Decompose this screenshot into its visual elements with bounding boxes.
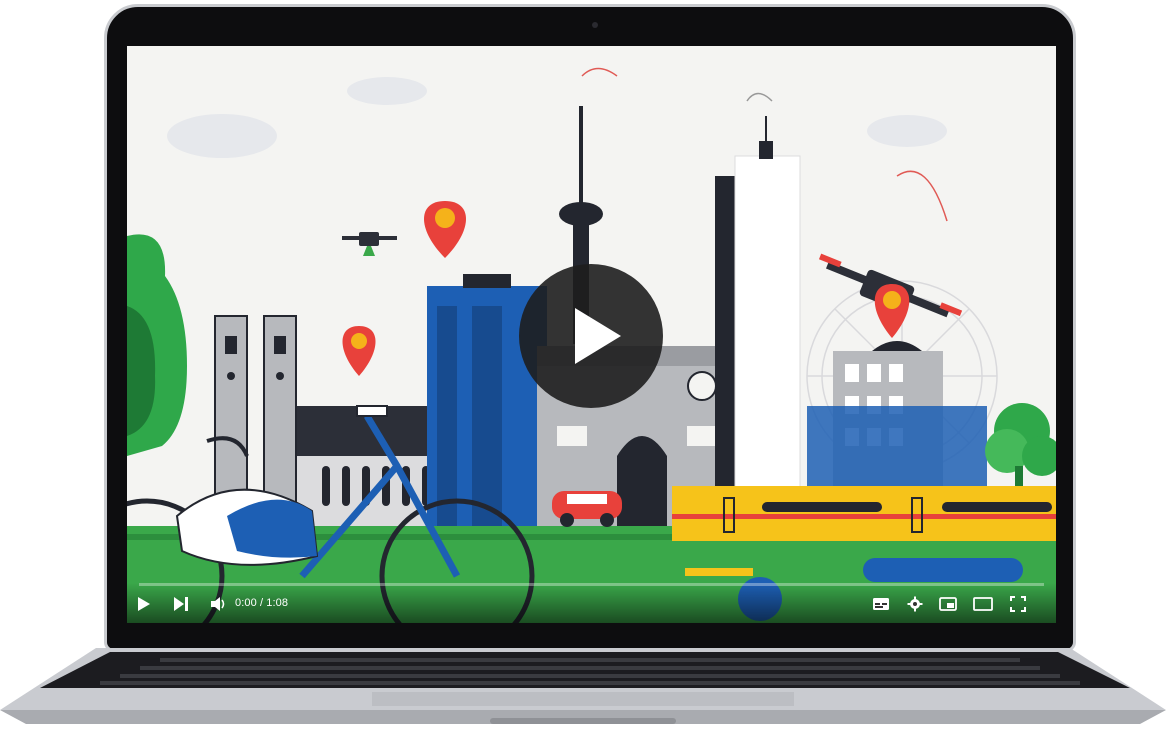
miniplayer-icon	[939, 597, 957, 611]
video-player[interactable]: 0:00 / 1:08	[127, 46, 1056, 623]
fullscreen-icon	[1010, 596, 1026, 612]
play-icon	[575, 308, 621, 364]
camera-icon	[592, 22, 598, 28]
duration: 1:08	[266, 597, 289, 609]
subtitles-button[interactable]	[871, 594, 891, 614]
player-control-bar: 0:00 / 1:08	[127, 583, 1056, 623]
next-button[interactable]	[171, 594, 191, 614]
time-separator: /	[256, 597, 267, 609]
play-icon	[138, 597, 150, 611]
progress-bar[interactable]	[139, 583, 1044, 586]
volume-icon	[211, 597, 225, 611]
volume-button[interactable]	[209, 594, 229, 614]
subtitles-icon	[873, 598, 889, 610]
theater-mode-icon	[973, 597, 993, 611]
settings-button[interactable]	[905, 594, 925, 614]
large-play-button[interactable]	[519, 264, 663, 408]
miniplayer-button[interactable]	[937, 594, 959, 614]
play-button[interactable]	[135, 594, 153, 614]
current-time: 0:00	[235, 597, 257, 609]
theater-mode-button[interactable]	[971, 594, 995, 614]
next-icon	[174, 597, 188, 611]
laptop-keyboard-deck	[0, 648, 1166, 724]
fullscreen-button[interactable]	[1007, 594, 1029, 614]
time-display: 0:00 / 1:08	[235, 597, 288, 609]
settings-gear-icon	[907, 596, 923, 612]
